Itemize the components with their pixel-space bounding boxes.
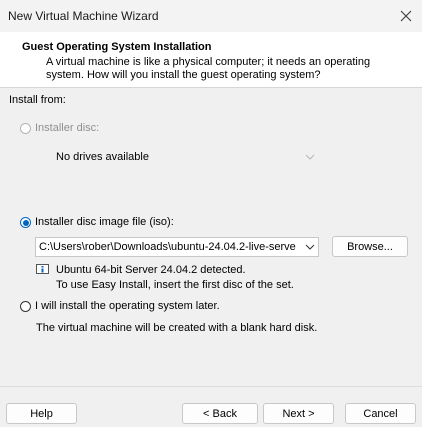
cancel-button[interactable]: Cancel [345, 403, 416, 424]
next-button[interactable]: Next > [263, 403, 334, 424]
chevron-down-icon[interactable] [302, 244, 318, 250]
easy-install-note: To use Easy Install, insert the first di… [56, 279, 294, 291]
chevron-down-icon [302, 154, 318, 160]
page-title: Guest Operating System Installation [22, 41, 212, 53]
install-later-description: The virtual machine will be created with… [36, 322, 318, 334]
close-button[interactable] [390, 0, 422, 32]
detected-os-text: Ubuntu 64-bit Server 24.04.2 detected. [56, 264, 246, 276]
footer-divider [0, 386, 422, 387]
close-icon [400, 10, 412, 22]
help-button[interactable]: Help [6, 403, 77, 424]
window-title: New Virtual Machine Wizard [8, 9, 159, 23]
iso-path-combobox[interactable]: C:\Users\rober\Downloads\ubuntu-24.04.2-… [35, 237, 319, 257]
wizard-header: Guest Operating System Installation A vi… [0, 32, 422, 88]
iso-path-value: C:\Users\rober\Downloads\ubuntu-24.04.2-… [39, 241, 296, 253]
installer-disc-dropdown-value: No drives available [56, 151, 149, 163]
installer-disc-dropdown[interactable]: No drives available [35, 147, 319, 167]
page-description: A virtual machine is like a physical com… [46, 56, 371, 81]
install-later-label: I will install the operating system late… [35, 300, 220, 312]
iso-radio[interactable] [20, 217, 31, 228]
install-later-radio[interactable] [20, 301, 31, 312]
installer-disc-label: Installer disc: [35, 122, 100, 134]
browse-button[interactable]: Browse... [332, 236, 408, 257]
title-bar: New Virtual Machine Wizard [0, 0, 422, 32]
installer-disc-radio[interactable] [20, 123, 31, 134]
info-icon [36, 264, 49, 274]
back-button[interactable]: < Back [182, 403, 258, 424]
install-from-label: Install from: [9, 94, 66, 106]
iso-label: Installer disc image file (iso): [35, 216, 174, 228]
